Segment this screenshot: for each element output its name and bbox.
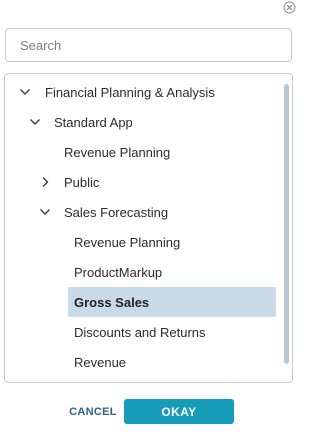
tree-item-label: Public <box>64 174 100 190</box>
tree-item-label: Revenue <box>74 354 127 370</box>
tree-item-revenue-planning[interactable]: Revenue Planning <box>5 137 278 167</box>
tree-item-label: Gross Sales <box>74 294 150 310</box>
search-input[interactable] <box>5 28 292 62</box>
tree-item-financial-planning-analysis[interactable]: Financial Planning & Analysis <box>5 77 278 107</box>
tree-item-productmarkup[interactable]: ProductMarkup <box>5 257 278 287</box>
cancel-button[interactable]: CANCEL <box>62 400 124 424</box>
chevron-right-icon[interactable] <box>39 176 51 188</box>
tree-list: Financial Planning & Analysis Standard A… <box>4 73 293 383</box>
tree-item-discounts-and-returns[interactable]: Discounts and Returns <box>5 317 278 347</box>
tree-item-label: Standard App <box>54 114 133 130</box>
chevron-down-icon[interactable] <box>19 86 31 98</box>
tree-item-label: Revenue Planning <box>64 144 171 160</box>
tree-item-label: Discounts and Returns <box>74 324 206 340</box>
tree-item-label: Financial Planning & Analysis <box>45 84 215 100</box>
tree-item-revenue[interactable]: Revenue <box>5 347 278 377</box>
vertical-scrollbar[interactable] <box>284 84 289 364</box>
chevron-down-icon[interactable] <box>39 206 51 218</box>
tree-item-label: ProductMarkup <box>74 264 163 280</box>
chevron-down-icon[interactable] <box>29 116 41 128</box>
okay-button[interactable]: OKAY <box>124 399 234 424</box>
tree-picker-dialog: Financial Planning & Analysis Standard A… <box>0 0 298 438</box>
close-icon[interactable] <box>283 1 296 14</box>
tree-item-revenue-planning[interactable]: Revenue Planning <box>5 227 278 257</box>
tree-item-label: Revenue Planning <box>74 234 181 250</box>
tree-item-gross-sales[interactable]: Gross Sales <box>5 287 278 317</box>
tree-item-label: Sales Forecasting <box>64 204 169 220</box>
tree-item-standard-app[interactable]: Standard App <box>5 107 278 137</box>
tree-item-sales-forecasting[interactable]: Sales Forecasting <box>5 197 278 227</box>
tree-item-public[interactable]: Public <box>5 167 278 197</box>
